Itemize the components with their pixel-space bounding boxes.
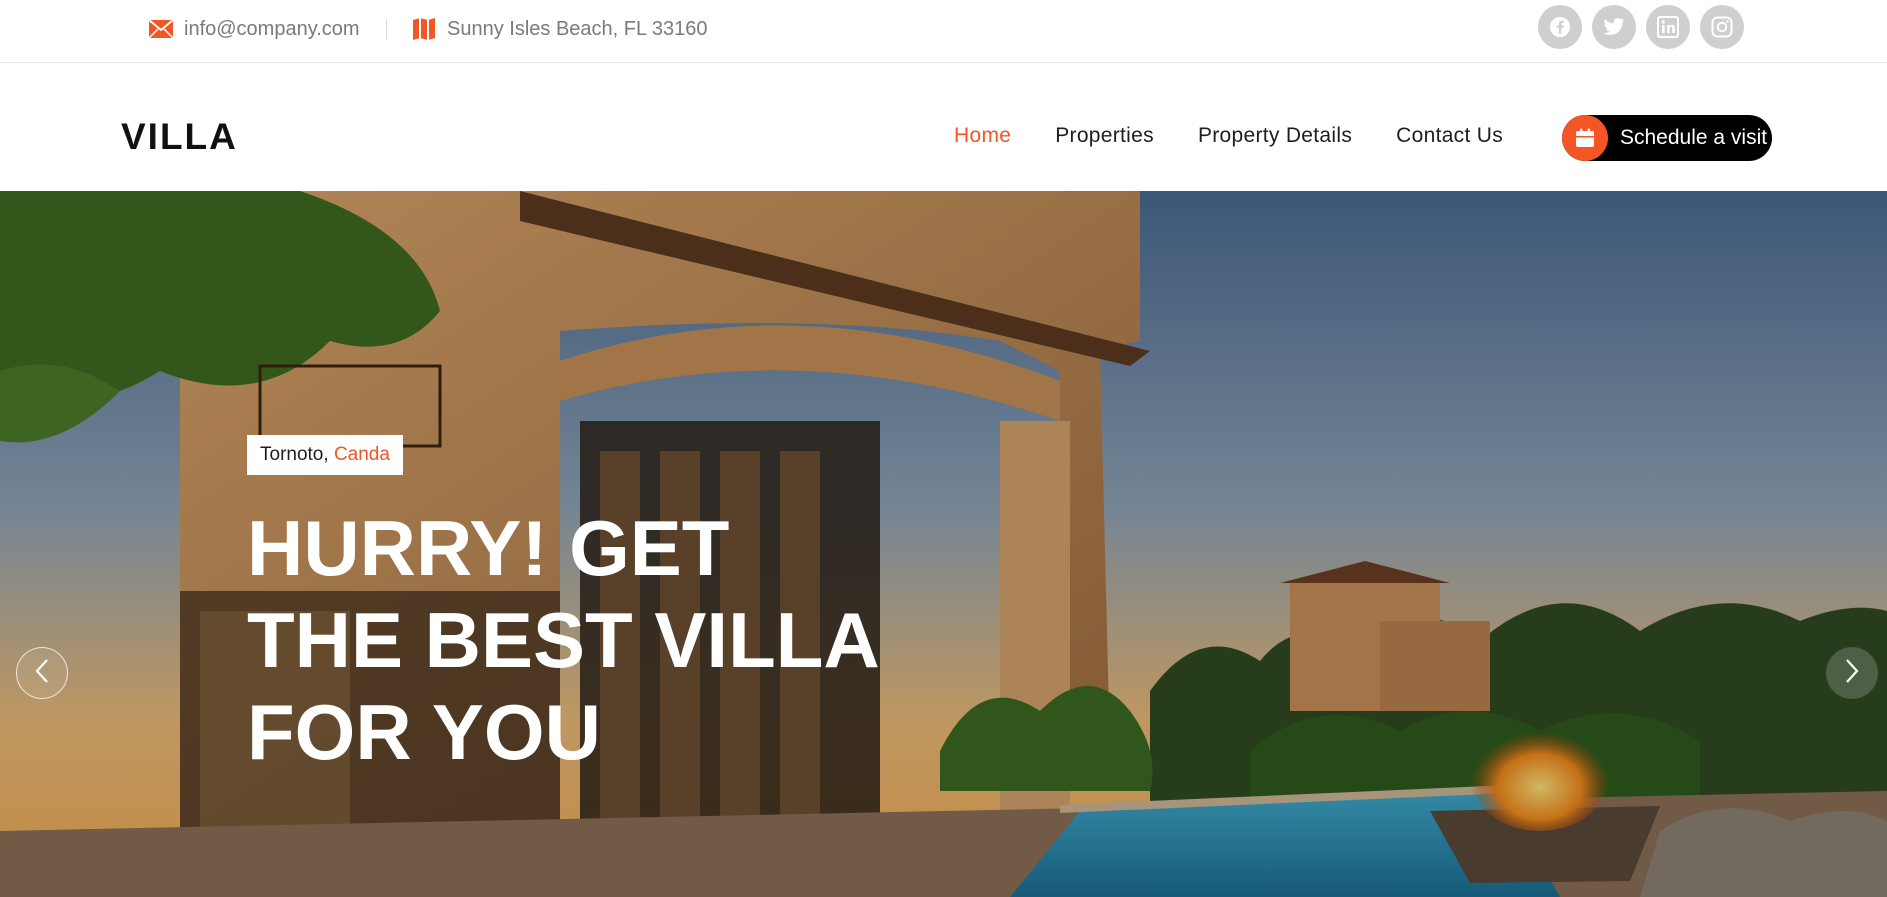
site-logo[interactable]: VILLA — [121, 116, 238, 158]
social-links — [1538, 5, 1744, 49]
email-info[interactable]: info@company.com — [148, 14, 360, 44]
nav-properties[interactable]: Properties — [1055, 124, 1154, 148]
hero-headline: HURRY! GET THE BEST VILLA FOR YOU — [247, 504, 877, 776]
slider-prev-button[interactable] — [16, 647, 68, 699]
facebook-icon[interactable] — [1538, 5, 1582, 49]
hero-slider: Tornoto, Canda HURRY! GET THE BEST VILLA… — [0, 191, 1887, 897]
map-icon — [411, 16, 437, 42]
main-header: VILLA Home Properties Property Details C… — [0, 64, 1887, 191]
nav-home[interactable]: Home — [954, 124, 1011, 148]
topbar-divider — [386, 19, 387, 39]
email-text: info@company.com — [184, 17, 360, 40]
envelope-icon — [148, 16, 174, 42]
instagram-icon[interactable] — [1700, 5, 1744, 49]
linkedin-icon[interactable] — [1646, 5, 1690, 49]
calendar-icon — [1562, 115, 1608, 161]
nav-property-details[interactable]: Property Details — [1198, 124, 1352, 148]
address-text: Sunny Isles Beach, FL 33160 — [447, 17, 708, 40]
twitter-icon[interactable] — [1592, 5, 1636, 49]
schedule-visit-button[interactable]: Schedule a visit — [1562, 115, 1772, 161]
main-nav: Home Properties Property Details Contact… — [954, 124, 1547, 148]
chevron-left-icon — [34, 658, 50, 689]
location-city: Tornoto, — [260, 444, 329, 465]
chevron-right-icon — [1844, 658, 1860, 689]
address-info: Sunny Isles Beach, FL 33160 — [411, 14, 708, 44]
schedule-visit-label: Schedule a visit — [1620, 126, 1768, 149]
slider-next-button[interactable] — [1826, 647, 1878, 699]
location-country: Canda — [333, 444, 390, 465]
nav-contact-us[interactable]: Contact Us — [1396, 124, 1503, 148]
location-tag: Tornoto, Canda — [247, 435, 403, 475]
top-info-bar: info@company.com Sunny Isles Beach, FL 3… — [0, 0, 1887, 63]
